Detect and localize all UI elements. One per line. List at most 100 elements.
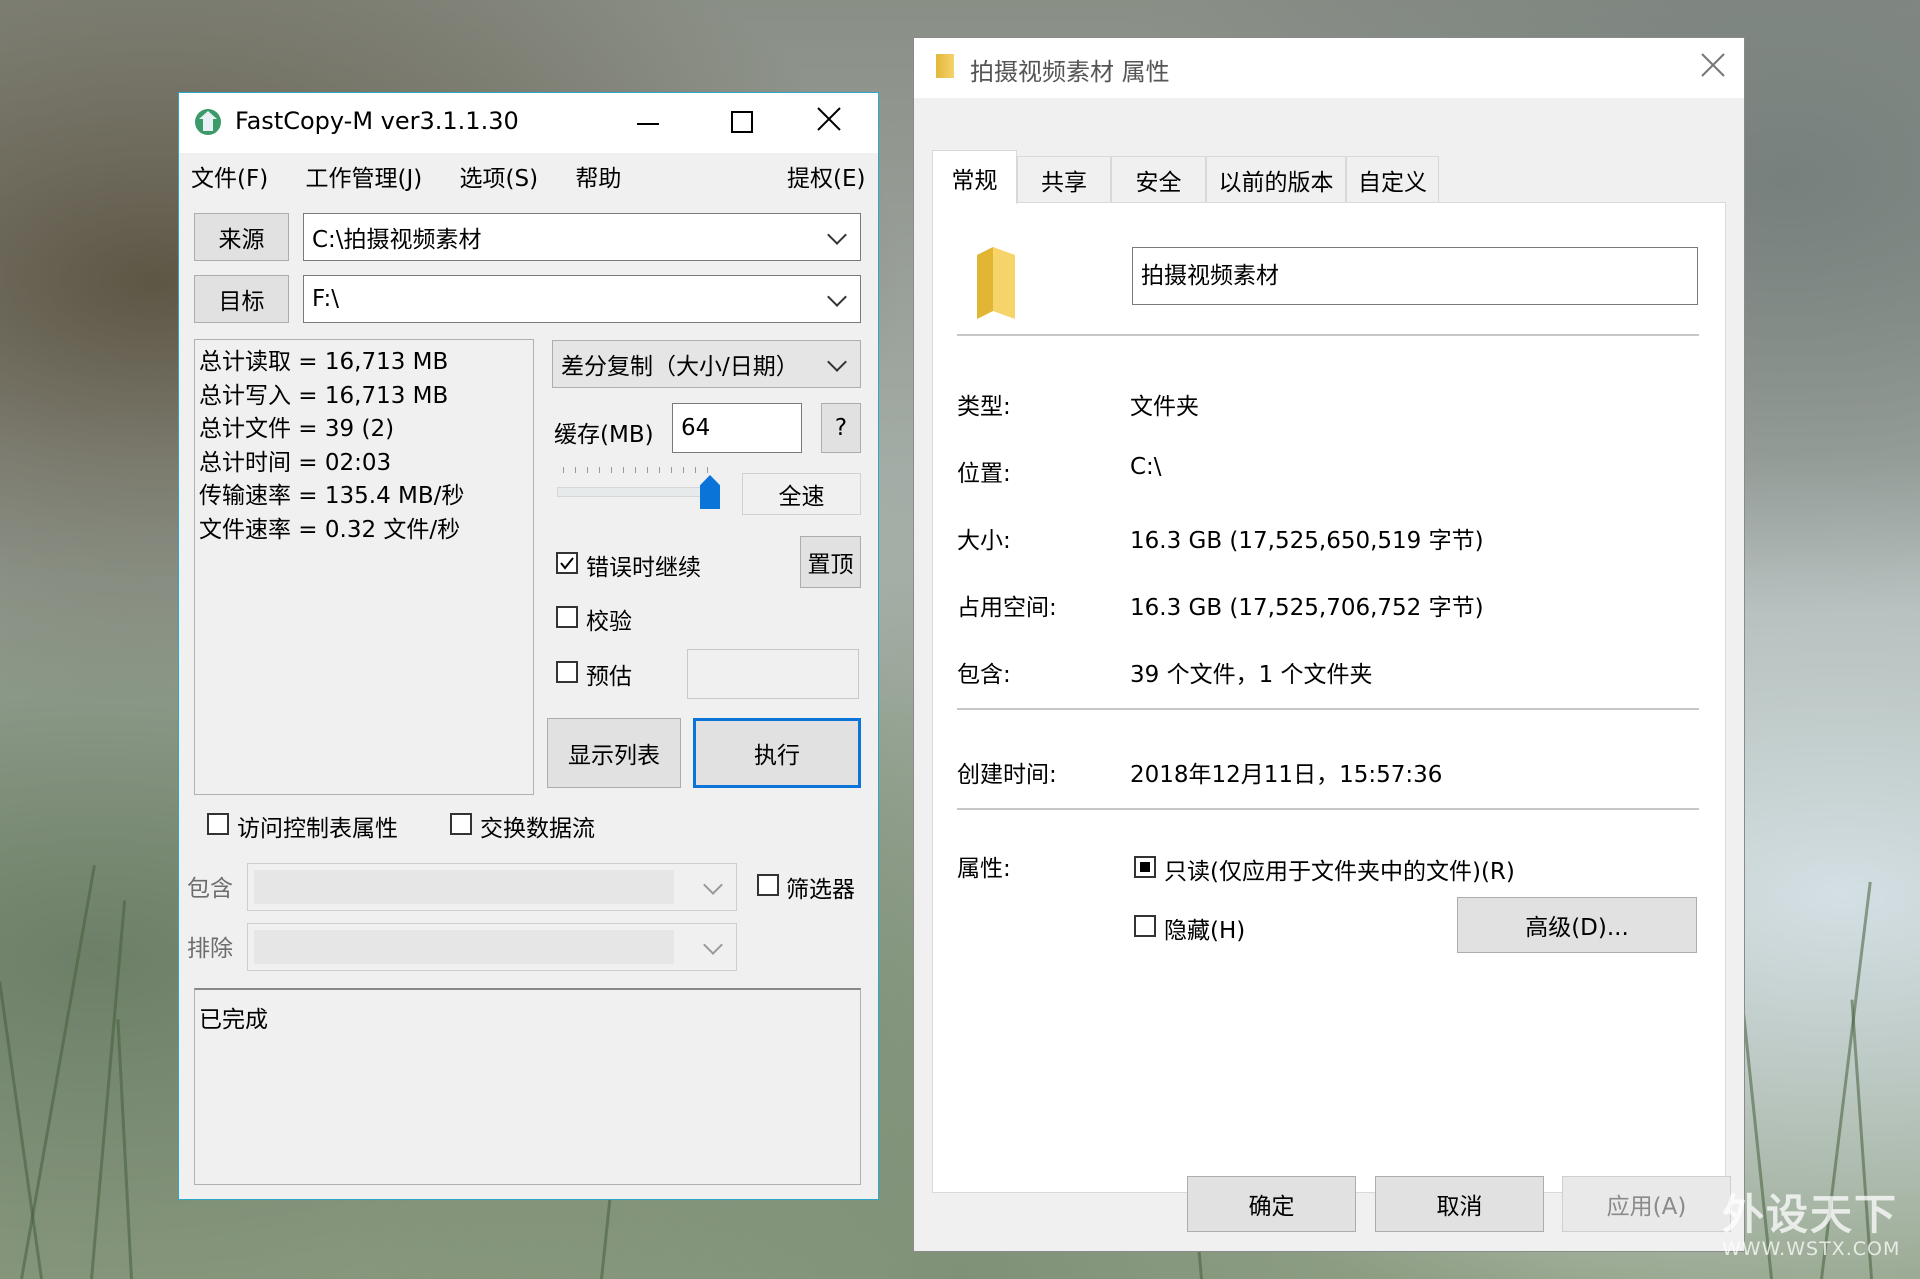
verify-checkbox[interactable]: [556, 606, 578, 628]
estimate-label: 预估: [586, 664, 632, 690]
menu-help[interactable]: 帮助: [575, 166, 621, 192]
fastcopy-app-icon: [193, 107, 223, 137]
stat-files: 总计文件 = 39 (2): [199, 416, 395, 442]
readonly-label: 只读(仅应用于文件夹中的文件)(R): [1164, 859, 1515, 885]
location-value: C:\: [1130, 454, 1162, 480]
include-input[interactable]: [254, 870, 674, 904]
size-label: 大小:: [957, 528, 1011, 554]
menu-file[interactable]: 文件(F): [191, 166, 268, 192]
stats-panel: 总计读取 = 16,713 MB 总计写入 = 16,713 MB 总计文件 =…: [194, 339, 534, 795]
fullspeed-button[interactable]: 全速: [742, 473, 861, 515]
fastcopy-titlebar[interactable]: FastCopy-M ver3.1.1.30: [179, 93, 878, 153]
chevron-down-icon[interactable]: [827, 287, 847, 307]
show-list-button[interactable]: 显示列表: [547, 718, 681, 788]
tab-previous-versions[interactable]: 以前的版本: [1206, 156, 1346, 202]
menu-jobs[interactable]: 工作管理(J): [306, 166, 423, 192]
tab-customize[interactable]: 自定义: [1346, 156, 1439, 202]
apply-button[interactable]: 应用(A): [1562, 1176, 1731, 1232]
ok-button[interactable]: 确定: [1187, 1176, 1356, 1232]
estimate-output: [687, 649, 859, 699]
acl-checkbox[interactable]: [207, 813, 229, 835]
chevron-down-icon[interactable]: [703, 935, 723, 955]
fastcopy-title: FastCopy-M ver3.1.1.30: [235, 107, 519, 135]
stat-read: 总计读取 = 16,713 MB: [199, 349, 449, 375]
type-value: 文件夹: [1130, 394, 1199, 420]
slider-ticks: [563, 467, 709, 473]
divider: [957, 334, 1699, 336]
exclude-label: 排除: [187, 936, 233, 962]
created-value: 2018年12月11日，15:57:36: [1130, 762, 1443, 788]
chevron-down-icon[interactable]: [827, 352, 847, 372]
filter-checkbox[interactable]: [757, 874, 779, 896]
stat-file-rate: 文件速率 = 0.32 文件/秒: [199, 516, 461, 543]
location-label: 位置:: [957, 461, 1011, 487]
properties-dialog: 拍摄视频素材 属性 常规 共享 安全 以前的版本 自定义 拍摄视频素材 类型: …: [913, 37, 1745, 1252]
help-button[interactable]: ?: [821, 403, 861, 453]
menu-elevate[interactable]: 提权(E): [787, 159, 865, 193]
include-combobox[interactable]: [247, 863, 737, 911]
speed-slider[interactable]: [557, 463, 720, 511]
size-on-disk-label: 占用空间:: [957, 595, 1057, 621]
general-panel: 拍摄视频素材 类型: 文件夹 位置: C:\ 大小: 16.3 GB (17,5…: [932, 202, 1726, 1193]
source-value: C:\拍摄视频素材: [312, 227, 482, 253]
maximize-icon[interactable]: [731, 111, 753, 133]
menu-options[interactable]: 选项(S): [460, 166, 539, 192]
stat-time: 总计时间 = 02:03: [199, 449, 392, 476]
tab-security[interactable]: 安全: [1111, 156, 1206, 202]
folder-name-input[interactable]: 拍摄视频素材: [1132, 247, 1698, 305]
slider-thumb[interactable]: [700, 475, 720, 509]
minimize-icon[interactable]: [637, 123, 659, 125]
folder-name-value: 拍摄视频素材: [1141, 263, 1279, 289]
divider: [957, 808, 1699, 810]
buffer-input[interactable]: 64: [672, 403, 802, 453]
advanced-button[interactable]: 高级(D)...: [1457, 897, 1697, 953]
contains-value: 39 个文件，1 个文件夹: [1130, 662, 1373, 688]
hidden-checkbox[interactable]: [1134, 915, 1156, 937]
tab-sharing[interactable]: 共享: [1017, 156, 1111, 202]
close-icon[interactable]: [815, 105, 843, 133]
include-label: 包含: [187, 876, 233, 902]
readonly-checkbox[interactable]: [1134, 856, 1156, 878]
properties-title: 拍摄视频素材 属性: [970, 58, 1170, 86]
altstream-label: 交换数据流: [480, 816, 595, 842]
stat-transfer-rate: 传输速率 = 135.4 MB/秒: [199, 483, 465, 509]
size-value: 16.3 GB (17,525,650,519 字节): [1130, 528, 1484, 554]
verify-label: 校验: [586, 609, 632, 635]
stat-write: 总计写入 = 16,713 MB: [199, 382, 449, 409]
chevron-down-icon[interactable]: [703, 875, 723, 895]
copy-mode-select[interactable]: 差分复制（大小/日期）: [552, 340, 861, 388]
checkmark-icon: [560, 557, 574, 570]
properties-titlebar[interactable]: 拍摄视频素材 属性: [914, 38, 1744, 98]
execute-button[interactable]: 执行: [693, 718, 861, 788]
fastcopy-menubar: 文件(F) 工作管理(J) 选项(S) 帮助: [191, 159, 651, 193]
chevron-down-icon[interactable]: [827, 225, 847, 245]
altstream-checkbox[interactable]: [450, 813, 472, 835]
log-text: 已完成: [199, 1007, 268, 1033]
log-area[interactable]: 已完成: [194, 988, 861, 1185]
tab-general[interactable]: 常规: [932, 150, 1017, 204]
watermark-url: WWW.WSTX.COM: [1722, 1238, 1901, 1260]
filter-label: 筛选器: [786, 877, 855, 903]
continue-on-error-label: 错误时继续: [586, 555, 701, 581]
contains-label: 包含:: [957, 662, 1011, 688]
exclude-input[interactable]: [254, 930, 674, 964]
continue-on-error-checkbox[interactable]: [556, 552, 578, 574]
divider: [957, 708, 1699, 710]
hidden-label: 隐藏(H): [1164, 918, 1246, 944]
fastcopy-window: FastCopy-M ver3.1.1.30 文件(F) 工作管理(J) 选项(…: [178, 92, 879, 1200]
top-button[interactable]: 置顶: [800, 536, 861, 588]
estimate-checkbox[interactable]: [556, 661, 578, 683]
target-combobox[interactable]: F:\: [303, 275, 861, 323]
target-value: F:\: [312, 286, 339, 312]
close-icon[interactable]: [1700, 52, 1726, 78]
copy-mode-value: 差分复制（大小/日期）: [561, 354, 799, 380]
created-label: 创建时间:: [957, 762, 1057, 788]
large-folder-icon: [973, 245, 1019, 321]
exclude-combobox[interactable]: [247, 923, 737, 971]
type-label: 类型:: [957, 394, 1011, 420]
source-combobox[interactable]: C:\拍摄视频素材: [303, 213, 861, 261]
target-button[interactable]: 目标: [194, 275, 289, 323]
size-on-disk-value: 16.3 GB (17,525,706,752 字节): [1130, 595, 1484, 621]
cancel-button[interactable]: 取消: [1375, 1176, 1544, 1232]
source-button[interactable]: 来源: [194, 213, 289, 261]
